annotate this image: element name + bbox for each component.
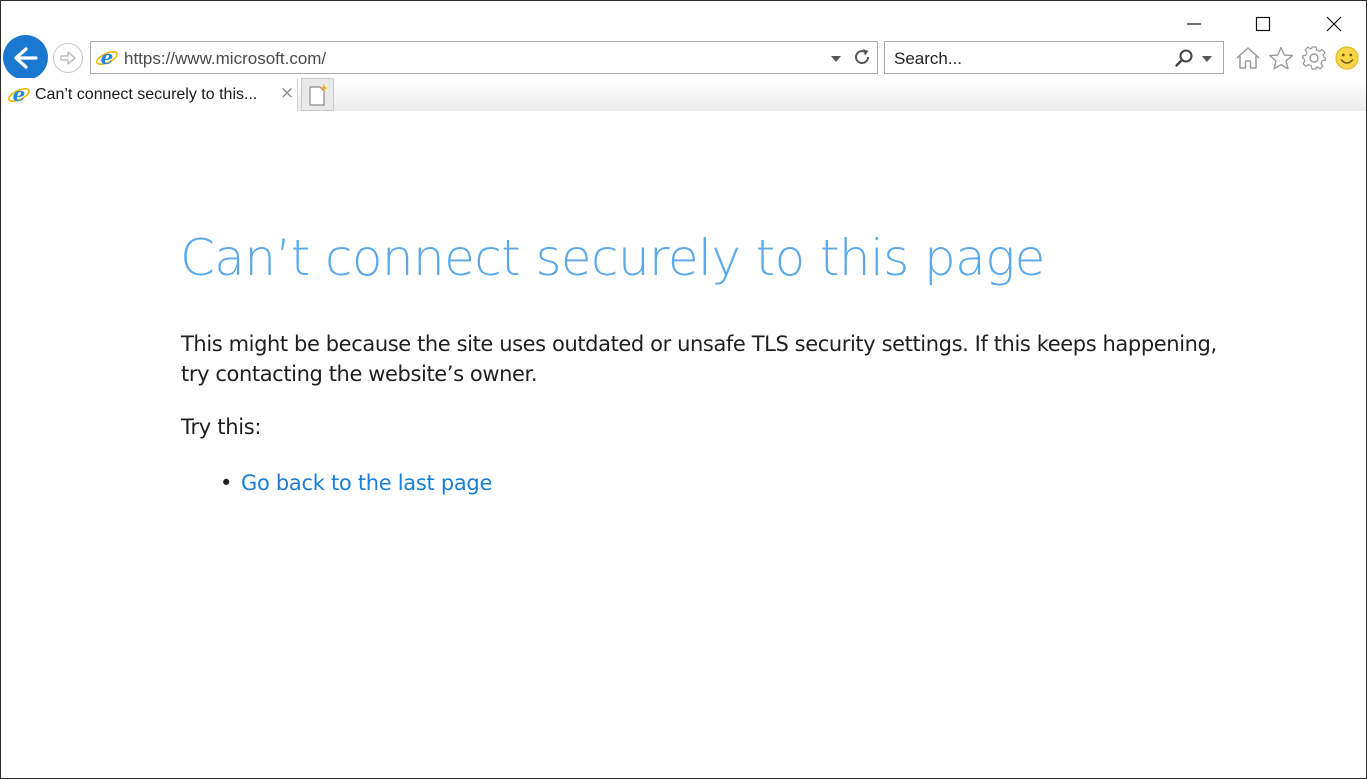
chevron-down-icon[interactable] xyxy=(831,56,841,62)
address-bar[interactable]: e https://www.microsoft.com/ xyxy=(90,41,878,74)
magnifier-icon[interactable] xyxy=(1174,48,1194,68)
home-icon xyxy=(1236,47,1260,69)
forward-button[interactable] xyxy=(53,43,83,73)
minimize-button[interactable] xyxy=(1171,7,1217,41)
back-button[interactable] xyxy=(3,35,48,80)
tab-strip: e Can’t connect securely to this... × xyxy=(1,78,1366,111)
feedback-button[interactable] xyxy=(1333,44,1361,72)
gear-icon xyxy=(1301,46,1327,70)
go-back-link[interactable]: Go back to the last page xyxy=(241,471,492,495)
home-button[interactable] xyxy=(1234,44,1262,72)
back-arrow-icon xyxy=(13,46,38,69)
internet-explorer-icon: e xyxy=(8,84,30,106)
chevron-down-icon[interactable] xyxy=(1202,56,1212,62)
close-icon xyxy=(1326,16,1342,32)
minimize-icon xyxy=(1187,23,1201,25)
search-input[interactable]: Search... xyxy=(894,49,962,69)
tab-close-button[interactable]: × xyxy=(280,83,294,103)
new-tab-icon xyxy=(308,83,328,106)
list-bullet: • xyxy=(220,471,233,495)
browser-window: e https://www.microsoft.com/ Search... e… xyxy=(0,0,1367,779)
forward-arrow-icon xyxy=(60,51,76,65)
refresh-icon[interactable] xyxy=(852,47,872,67)
svg-text:e: e xyxy=(101,47,114,69)
tools-button[interactable] xyxy=(1300,44,1328,72)
error-description: This might be because the site uses outd… xyxy=(181,332,1217,386)
star-icon xyxy=(1269,46,1293,69)
search-box[interactable]: Search... xyxy=(884,41,1224,74)
new-tab-button[interactable] xyxy=(301,78,334,111)
page-title: Can’t connect securely to this page xyxy=(180,229,1045,287)
internet-explorer-icon: e xyxy=(96,47,118,69)
tab-title[interactable]: Can’t connect securely to this... xyxy=(35,86,277,104)
favorites-button[interactable] xyxy=(1267,44,1295,72)
address-url[interactable]: https://www.microsoft.com/ xyxy=(124,49,326,69)
smiley-icon xyxy=(1335,46,1359,70)
close-window-button[interactable] xyxy=(1311,7,1357,41)
try-this-label: Try this: xyxy=(181,415,262,439)
tab-active[interactable]: e Can’t connect securely to this... × xyxy=(2,78,298,111)
maximize-icon xyxy=(1255,16,1271,32)
page-content: Can’t connect securely to this page This… xyxy=(1,111,1366,778)
maximize-button[interactable] xyxy=(1240,7,1286,41)
svg-text:e: e xyxy=(13,84,26,106)
